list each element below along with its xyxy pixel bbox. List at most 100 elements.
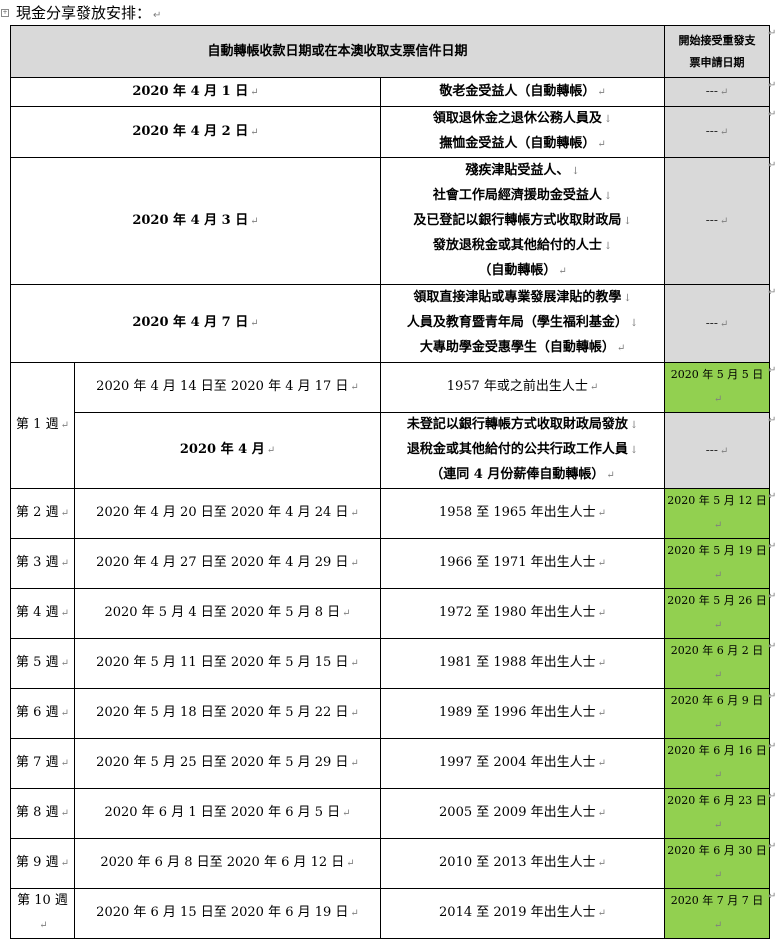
row-end-mark-icon: ↵ — [768, 690, 777, 702]
description-line: 及已登記以銀行轉帳方式收取財政局 ↓ — [413, 212, 632, 228]
reissue-date-cell: 2020 年 6 月 16 日↵ — [664, 738, 771, 789]
paragraph-mark-icon: ↵ — [346, 858, 355, 869]
staff-description-cell: 未登記以銀行轉帳方式收取財政局發放 ↓ 退稅金或其他給付的公共行政工作人員 ↓ （連同 … — [379, 412, 666, 489]
paragraph-mark-icon: ↵ — [350, 658, 359, 669]
week-label-cell: 第 4 週 ↵ — [10, 588, 75, 639]
reissue-cell: --- ↵ — [664, 412, 771, 489]
birth-year-cell: 1966 至 1971 年出生人士 ↵ — [379, 538, 666, 589]
week-label-cell: 第 3 週 ↵ — [10, 538, 75, 589]
reissue-date-cell: 2020 年 6 月 9 日↵ — [664, 688, 771, 739]
paragraph-mark-icon: ↵ — [60, 420, 69, 431]
paragraph-mark-icon: ↵ — [713, 820, 723, 831]
paragraph-mark-icon: ↵ — [250, 215, 259, 227]
paragraph-mark-icon: ↵ — [597, 608, 606, 619]
week-row: 第 4 週 ↵ 2020 年 5 月 4 日至 2020 年 5 月 8 日 ↵ 197… — [10, 588, 771, 639]
paragraph-mark-icon: ↵ — [597, 708, 606, 719]
row-end-mark-icon: ↵ — [768, 490, 777, 502]
period-cell: 2020 年 5 月 18 日至 2020 年 5 月 22 日 ↵ — [74, 688, 381, 739]
week-label-cell: 第 1 週 ↵ — [10, 362, 75, 489]
period-cell: 2020 年 6 月 15 日至 2020 年 6 月 19 日 ↵ — [74, 888, 381, 939]
description-line: （自動轉帳） ↵ — [478, 262, 567, 278]
staff-row: 2020 年 4 月 ↵ 未登記以銀行轉帳方式收取財政局發放 ↓ 退稅金或其他給付的公共… — [11, 412, 771, 489]
reissue-date-cell: 2020 年 5 月 19 日↵ — [664, 538, 771, 589]
paragraph-mark-icon: ↵ — [597, 508, 606, 519]
reissue-date-cell: 2020 年 6 月 2 日↵ — [664, 638, 771, 689]
reissue-date-cell: 2020 年 5 月 26 日↵ — [664, 588, 771, 639]
description-line: 撫恤金受益人（自動轉帳） ↵ — [439, 136, 606, 151]
row-end-mark-icon: ↵ — [768, 108, 777, 120]
table-move-handle-icon[interactable]: + — [1, 9, 9, 17]
paragraph-mark-icon: ↵ — [713, 920, 723, 931]
week-row: 第 3 週 ↵ 2020 年 4 月 27 日至 2020 年 4 月 29 日 ↵ 1… — [10, 538, 771, 589]
description-line: 社會工作局經濟援助金受益人 ↓ — [432, 187, 613, 203]
birth-year-cell: 1972 至 1980 年出生人士 ↵ — [379, 588, 666, 639]
reissue-date-cell: 2020 年 7 月 7 日↵ — [664, 888, 771, 939]
row-end-mark-icon: ↵ — [768, 286, 777, 298]
week-row: 第 2 週 ↵ 2020 年 4 月 20 日至 2020 年 4 月 24 日 ↵ 1… — [10, 488, 771, 539]
birth-year-cell: 1958 至 1965 年出生人士 ↵ — [379, 488, 666, 539]
paragraph-mark-icon: ↵ — [606, 470, 615, 481]
recipient-cell: 殘疾津貼受益人、 ↓ 社會工作局經濟援助金受益人 ↓ 及已登記以銀行轉帳方式收取財政局 ↓… — [379, 157, 666, 285]
paragraph-mark-icon: ↵ — [60, 858, 69, 869]
paragraph-mark-icon: ↓ — [603, 114, 613, 125]
paragraph-mark-icon: ↵ — [719, 318, 729, 330]
paragraph-mark-icon: ↓ — [603, 190, 613, 202]
description-line: 大專助學金受惠學生（自動轉帳） ↵ — [419, 340, 626, 355]
birth-year-cell: 2014 至 2019 年出生人士 ↵ — [379, 888, 666, 939]
paragraph-mark-icon: ↵ — [342, 808, 351, 819]
description-line: 退稅金或其他給付的公共行政工作人員 ↓ — [406, 442, 639, 457]
week-row: 第 10 週↵ 2020 年 6 月 15 日至 2020 年 6 月 19 日 ↵… — [10, 888, 771, 939]
paragraph-mark-icon: ↵ — [597, 558, 606, 569]
reissue-date-cell: 2020 年 5 月 5 日↵ — [664, 362, 771, 413]
heading-text: 現金分享發放安排： — [16, 4, 152, 22]
paragraph-mark-icon: ↵ — [60, 508, 69, 519]
reissue-cell: --- ↵ — [664, 106, 771, 158]
paragraph-mark-icon: ↵ — [713, 520, 723, 531]
paragraph-mark-icon: ↓ — [603, 240, 613, 252]
paragraph-mark-icon: ↵ — [597, 658, 606, 669]
paragraph-mark-icon: ↵ — [350, 908, 359, 919]
row-end-mark-icon: ↵ — [768, 540, 777, 552]
paragraph-mark-icon: ↵ — [616, 343, 626, 354]
row-end-mark-icon: ↵ — [768, 79, 777, 91]
paragraph-mark-icon: ↵ — [597, 858, 606, 869]
paragraph-mark-icon: ↵ — [250, 86, 259, 98]
description-line: 殘疾津貼受益人、 ↓ — [465, 162, 580, 178]
paragraph-mark-icon: ↓ — [571, 165, 580, 177]
table-header-row: 自動轉帳收款日期或在本澳收取支票信件日期 開始接受重發支 票申請日期 — [9, 25, 771, 78]
week-row: 第 1 週 ↵ 2020 年 4 月 14 日至 2020 年 4 月 17 日 ↵ 1… — [10, 362, 771, 489]
date-cell: 2020 年 4 月 1 日 ↵ — [10, 77, 381, 107]
row-end-mark-icon: ↵ — [768, 890, 777, 902]
paragraph-mark-icon: ↵ — [589, 382, 599, 393]
period-cell: 2020 年 5 月 11 日至 2020 年 5 月 15 日 ↵ — [74, 638, 381, 689]
paragraph-mark-icon: ↵ — [597, 139, 606, 150]
date-row: 2020 年 4 月 1 日 ↵ 敬老金受益人（自動轉帳） ↵ --- ↵ — [10, 77, 771, 107]
description-line: 敬老金受益人（自動轉帳） ↵ — [439, 83, 606, 99]
paragraph-mark-icon: ↵ — [266, 445, 276, 456]
recipient-cell: 領取退休金之退休公務人員及 ↓ 撫恤金受益人（自動轉帳） ↵ — [379, 106, 666, 158]
paragraph-mark-icon: ↵ — [713, 870, 723, 881]
week-label-cell: 第 10 週↵ — [10, 888, 75, 939]
period-cell: 2020 年 4 月 20 日至 2020 年 4 月 24 日 ↵ — [74, 488, 381, 539]
week-row: 第 8 週 ↵ 2020 年 6 月 1 日至 2020 年 6 月 5 日 ↵ 200… — [10, 788, 771, 839]
month-cell: 2020 年 4 月 ↵ — [74, 412, 381, 489]
paragraph-mark-icon: ↵ — [719, 127, 729, 138]
period-cell: 2020 年 5 月 4 日至 2020 年 5 月 8 日 ↵ — [74, 588, 381, 639]
header-reissue-cell: 開始接受重發支 票申請日期 — [664, 25, 771, 78]
week-label-cell: 第 9 週 ↵ — [10, 838, 75, 889]
row-end-mark-icon: ↵ — [768, 27, 777, 39]
paragraph-mark-icon: ↵ — [558, 265, 567, 277]
week-label-cell: 第 6 週 ↵ — [10, 688, 75, 739]
row-end-mark-icon: ↵ — [768, 364, 777, 376]
paragraph-mark-icon: ↵ — [713, 394, 723, 405]
reissue-cell: --- ↵ — [664, 77, 771, 107]
paragraph-mark-icon: ↵ — [597, 808, 606, 819]
reissue-date-cell: 2020 年 6 月 30 日↵ — [664, 838, 771, 889]
birth-year-cell: 2010 至 2013 年出生人士 ↵ — [379, 838, 666, 889]
paragraph-mark-icon: ↵ — [250, 318, 259, 329]
description-line: 人員及教育暨青年局（學生福利基金） ↓ — [406, 315, 639, 330]
paragraph-mark-icon: ↵ — [713, 720, 723, 731]
paragraph-mark-icon: ↓ — [629, 420, 639, 431]
reissue-cell: --- ↵ — [664, 284, 771, 363]
paragraph-mark-icon: ↵ — [350, 508, 359, 519]
